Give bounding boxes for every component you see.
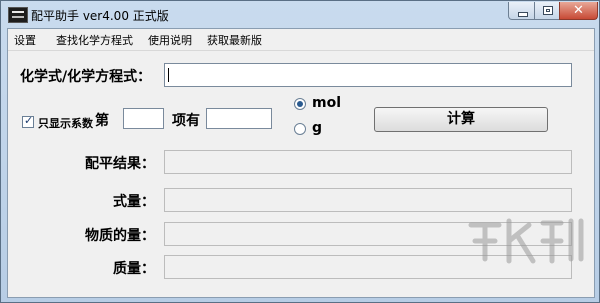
menu-help[interactable]: 使用说明 — [148, 32, 192, 48]
unit-g-radio[interactable] — [294, 123, 306, 135]
menu-settings[interactable]: 设置 — [14, 32, 36, 48]
minimize-button[interactable] — [508, 2, 535, 20]
app-icon — [8, 7, 28, 23]
maximize-icon — [543, 6, 553, 15]
formula-mass-label: 式量： — [113, 194, 155, 210]
balance-result-label: 配平结果： — [85, 156, 155, 172]
minimize-icon — [518, 12, 528, 17]
close-icon: ✕ — [573, 3, 584, 18]
unit-g-label: g — [312, 120, 323, 136]
term-suffix-label: 项有 — [172, 113, 200, 129]
unit-mol-label: mol — [312, 95, 342, 111]
amount-of-substance-label: 物质的量： — [85, 228, 155, 244]
text-caret — [168, 68, 169, 82]
formula-input[interactable] — [164, 63, 572, 87]
window-title: 配平助手 ver4.00 正式版 — [31, 9, 169, 23]
coefficient-only-label: 只显示系数 — [38, 117, 93, 130]
unit-mol-radio[interactable] — [294, 98, 306, 110]
app-window: 配平助手 ver4.00 正式版 ✕ 设置 查找化学方程式 使用说明 获取最新版… — [0, 0, 600, 303]
site-watermark-logo — [468, 218, 584, 264]
close-button[interactable]: ✕ — [559, 2, 598, 20]
coefficient-only-checkbox[interactable] — [22, 114, 34, 128]
term-amount-input[interactable] — [206, 108, 272, 129]
term-index-input[interactable] — [123, 108, 164, 129]
title-bar[interactable]: 配平助手 ver4.00 正式版 ✕ — [1, 1, 599, 28]
mass-label: 质量： — [113, 261, 155, 277]
calculate-button[interactable]: 计算 — [374, 107, 548, 132]
menu-find-equation[interactable]: 查找化学方程式 — [56, 32, 133, 48]
menu-bar: 设置 查找化学方程式 使用说明 获取最新版 — [8, 29, 594, 51]
formula-mass-field — [164, 188, 572, 212]
menu-get-latest[interactable]: 获取最新版 — [207, 32, 262, 48]
term-prefix-label: 第 — [95, 113, 109, 129]
formula-label: 化学式/化学方程式： — [20, 69, 152, 85]
balance-result-field — [164, 150, 572, 174]
maximize-button[interactable] — [534, 2, 560, 20]
